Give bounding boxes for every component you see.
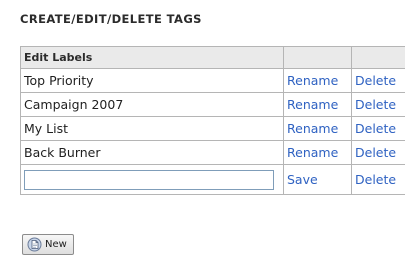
tag-label: Top Priority [20, 68, 284, 93]
delete-link[interactable]: Delete [355, 145, 396, 160]
rename-link[interactable]: Rename [287, 73, 338, 88]
delete-link[interactable]: Delete [355, 97, 396, 112]
save-link[interactable]: Save [287, 172, 318, 187]
rename-link[interactable]: Rename [287, 121, 338, 136]
tag-label: Back Burner [20, 140, 284, 165]
panel-title: CREATE/EDIT/DELETE TAGS [20, 12, 202, 26]
rename-link[interactable]: Rename [287, 145, 338, 160]
column-header-action-2 [351, 46, 405, 69]
rename-link[interactable]: Rename [287, 97, 338, 112]
delete-link[interactable]: Delete [355, 172, 396, 187]
table-header-row: Edit Labels [20, 46, 405, 69]
delete-link[interactable]: Delete [355, 121, 396, 136]
new-button[interactable]: New [22, 234, 74, 255]
tag-label: Campaign 2007 [20, 92, 284, 117]
tag-label: My List [20, 116, 284, 141]
delete-link[interactable]: Delete [355, 73, 396, 88]
table-row: Top Priority Rename Delete [20, 68, 405, 93]
new-button-label: New [45, 239, 67, 250]
new-tag-row: Save Delete [20, 164, 405, 195]
tags-table: Edit Labels Top Priority Rename Delete C… [20, 46, 405, 195]
column-header-edit-labels: Edit Labels [20, 46, 284, 69]
column-header-action-1 [283, 46, 352, 69]
document-icon [27, 237, 42, 252]
new-label-input[interactable] [24, 169, 274, 190]
table-row: Back Burner Rename Delete [20, 140, 405, 165]
table-row: My List Rename Delete [20, 116, 405, 141]
table-row: Campaign 2007 Rename Delete [20, 92, 405, 117]
